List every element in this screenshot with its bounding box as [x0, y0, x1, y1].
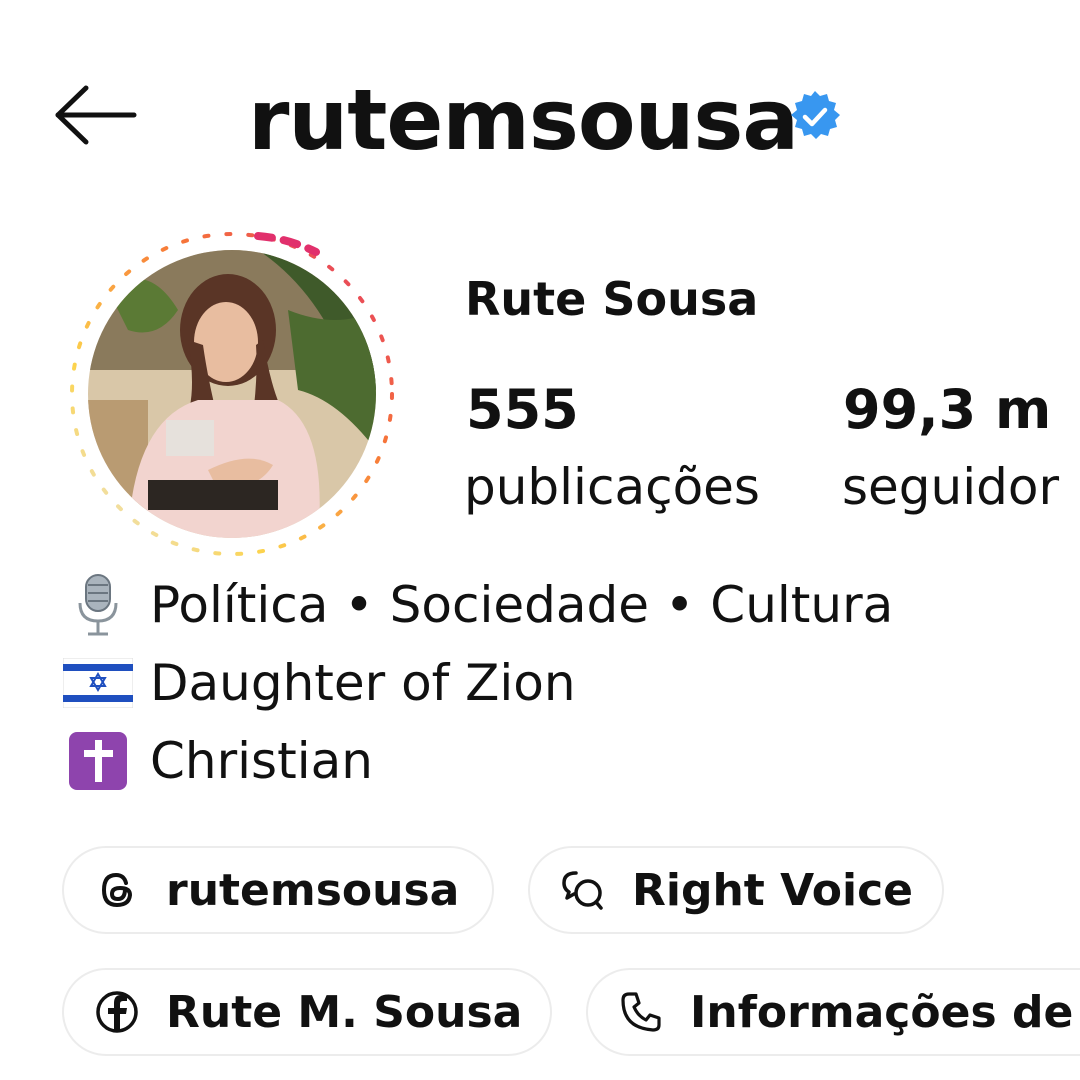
back-arrow-icon	[55, 85, 137, 145]
pill-label: Informações de c	[690, 986, 1080, 1038]
verified-badge-icon	[786, 88, 844, 146]
chat-bubbles-icon	[560, 867, 606, 913]
contact-info-button[interactable]: Informações de c	[586, 968, 1080, 1056]
israel-flag-icon	[60, 653, 136, 713]
bio-line-zion: Daughter of Zion	[60, 648, 576, 718]
latin-cross-icon	[60, 731, 136, 791]
bio-line-topics: Política • Sociedade • Cultura	[60, 570, 893, 640]
posts-label[interactable]: publicações	[464, 458, 760, 516]
bio-text: Política • Sociedade • Cultura	[150, 576, 894, 634]
threads-link-button[interactable]: rutemsousa	[62, 846, 494, 934]
profile-avatar[interactable]	[60, 220, 410, 570]
back-button[interactable]	[40, 70, 150, 160]
bio-text: Daughter of Zion	[150, 654, 576, 712]
profile-full-name: Rute Sousa	[465, 272, 759, 326]
bio-text: Christian	[150, 732, 373, 790]
posts-count[interactable]: 555	[466, 378, 579, 441]
bio-line-faith: Christian	[60, 726, 373, 796]
microphone-icon	[60, 574, 136, 636]
phone-icon	[618, 989, 664, 1035]
facebook-link-button[interactable]: Rute M. Sousa	[62, 968, 552, 1056]
followers-label[interactable]: seguidor	[842, 458, 1059, 516]
right-voice-link-button[interactable]: Right Voice	[528, 846, 944, 934]
threads-icon	[94, 867, 140, 913]
pill-label: Right Voice	[632, 864, 914, 916]
facebook-icon	[94, 989, 140, 1035]
pill-label: rutemsousa	[166, 864, 460, 916]
profile-username: rutemsousa	[248, 71, 799, 169]
pill-label: Rute M. Sousa	[166, 986, 523, 1038]
avatar-photo	[88, 250, 376, 538]
followers-count[interactable]: 99,3 m	[843, 378, 1051, 441]
